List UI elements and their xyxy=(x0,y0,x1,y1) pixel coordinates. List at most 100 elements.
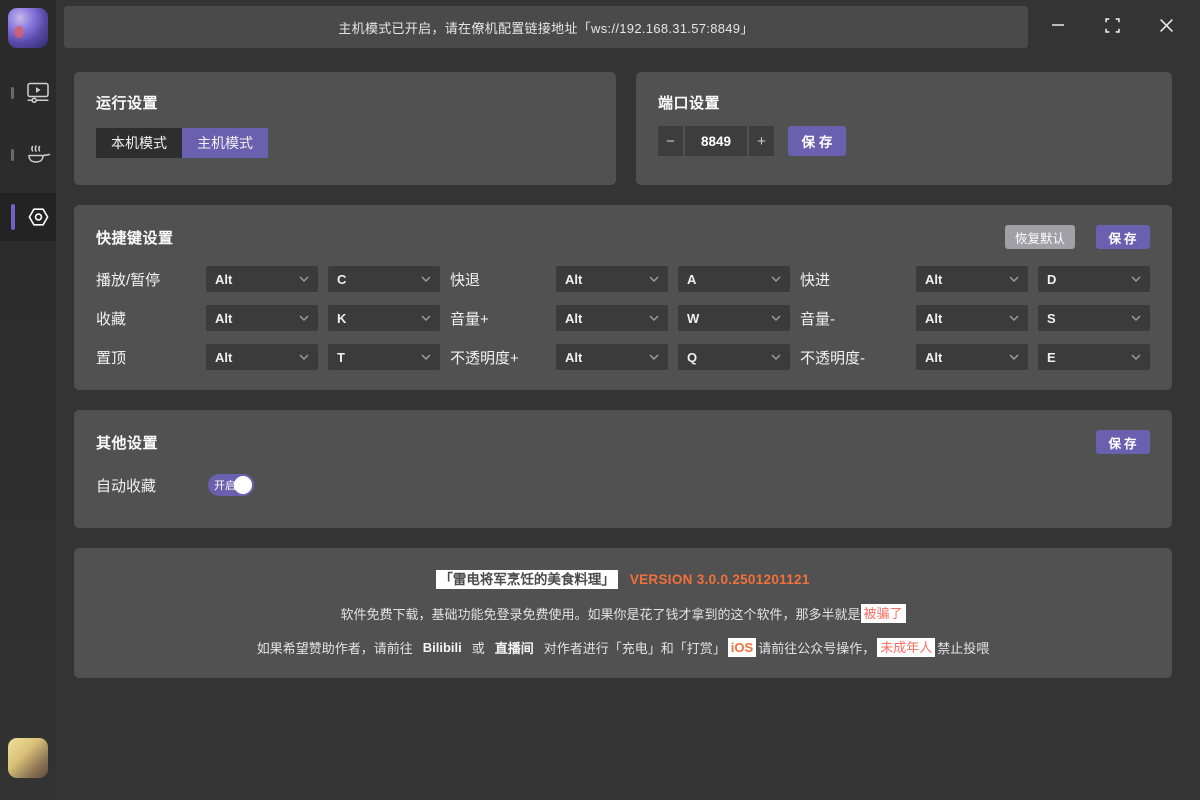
host-mode-button[interactable]: 主机模式 xyxy=(182,128,268,158)
port-settings-panel: 端口设置 − 8849 + 保存 xyxy=(636,72,1172,185)
hotkey-mod-select[interactable]: Alt xyxy=(916,305,1028,331)
chevron-down-icon xyxy=(1009,315,1019,321)
hotkey-label-play-pause: 播放/暂停 xyxy=(96,266,196,292)
hotkey-key-select[interactable]: T xyxy=(328,344,440,370)
live-room-link[interactable]: 直播间 xyxy=(495,638,534,657)
notification-bar: 主机模式已开启，请在僚机配置链接地址「ws://192.168.31.57:88… xyxy=(64,6,1028,48)
version-text: VERSION 3.0.0.2501201121 xyxy=(630,572,810,587)
about-panel: 「雷电将军烹饪的美食料理」 VERSION 3.0.0.2501201121 软… xyxy=(74,548,1172,678)
hotkey-label-volume-up: 音量+ xyxy=(450,305,546,331)
chevron-down-icon xyxy=(1131,315,1141,321)
restore-defaults-button[interactable]: 恢复默认 xyxy=(1005,225,1075,249)
sidebar-item-cooking[interactable] xyxy=(0,131,56,179)
chevron-down-icon xyxy=(771,315,781,321)
hotkey-key-select[interactable]: E xyxy=(1038,344,1150,370)
hotkey-key-select[interactable]: C xyxy=(328,266,440,292)
close-icon xyxy=(1159,18,1174,38)
select-value: Alt xyxy=(215,311,232,326)
sidebar-item-settings[interactable] xyxy=(0,193,56,241)
local-mode-button[interactable]: 本机模式 xyxy=(96,128,182,158)
chevron-down-icon xyxy=(771,276,781,282)
other-save-button[interactable]: 保存 xyxy=(1096,430,1150,454)
select-value: Alt xyxy=(565,350,582,365)
chevron-down-icon xyxy=(299,315,309,321)
close-button[interactable] xyxy=(1152,14,1180,42)
hotkey-label-volume-down: 音量- xyxy=(800,305,906,331)
auto-favorite-toggle[interactable]: 开启 xyxy=(208,474,254,496)
sidebar-item-player[interactable] xyxy=(0,69,56,117)
hotkey-key-select[interactable]: A xyxy=(678,266,790,292)
about-donate-line: 如果希望赞助作者，请前往 Bilibili 或 直播间 对作者进行「充电」和「打… xyxy=(257,638,990,657)
hotkey-key-select[interactable]: K xyxy=(328,305,440,331)
hotkey-key-select[interactable]: S xyxy=(1038,305,1150,331)
select-value: Alt xyxy=(215,272,232,287)
sidebar-nav xyxy=(0,69,56,255)
chevron-down-icon xyxy=(421,276,431,282)
app-avatar xyxy=(8,8,48,48)
select-value: Alt xyxy=(925,350,942,365)
hotkey-mod-select[interactable]: Alt xyxy=(916,344,1028,370)
auto-favorite-label: 自动收藏 xyxy=(96,475,156,496)
hotkey-mod-select[interactable]: Alt xyxy=(916,266,1028,292)
port-save-button[interactable]: 保存 xyxy=(788,126,846,156)
other-settings-panel: 其他设置 保存 自动收藏 开启 xyxy=(74,410,1172,528)
maximize-button[interactable] xyxy=(1098,14,1126,42)
chevron-down-icon xyxy=(421,315,431,321)
select-value: Q xyxy=(687,350,697,365)
run-settings-panel: 运行设置 本机模式 主机模式 xyxy=(74,72,616,185)
hotkey-key-select[interactable]: W xyxy=(678,305,790,331)
chevron-down-icon xyxy=(299,276,309,282)
maximize-icon xyxy=(1105,18,1120,38)
donate-text-end: 禁止投喂 xyxy=(937,638,989,657)
hotkey-save-button[interactable]: 保存 xyxy=(1096,225,1150,249)
scammed-highlight: 被骗了 xyxy=(861,604,906,623)
donate-text-mid: 对作者进行「充电」和「打赏」 xyxy=(544,638,726,657)
select-value: D xyxy=(1047,272,1056,287)
bilibili-link[interactable]: Bilibili xyxy=(423,640,462,655)
hotkey-mod-select[interactable]: Alt xyxy=(206,266,318,292)
disclaimer-text: 软件免费下载，基础功能免登录免费使用。如果你是花了钱才拿到的这个软件，那多半就是 xyxy=(340,604,860,623)
select-value: W xyxy=(687,311,699,326)
select-value: Alt xyxy=(215,350,232,365)
about-title-line: 「雷电将军烹饪的美食料理」 VERSION 3.0.0.2501201121 xyxy=(436,570,809,589)
donate-text-mid2: 请前往公众号操作， xyxy=(758,638,875,657)
toggle-knob xyxy=(234,476,252,494)
select-value: Alt xyxy=(565,272,582,287)
select-value: T xyxy=(337,350,345,365)
donate-text-pre: 如果希望赞助作者，请前往 xyxy=(257,638,413,657)
select-value: Alt xyxy=(565,311,582,326)
nav-indicator-active xyxy=(11,204,15,230)
hotkey-label-opacity-down: 不透明度- xyxy=(800,344,906,370)
minor-highlight: 未成年人 xyxy=(877,638,935,657)
hotkey-mod-select[interactable]: Alt xyxy=(556,266,668,292)
chevron-down-icon xyxy=(649,276,659,282)
other-settings-title: 其他设置 xyxy=(96,432,158,453)
chevron-down-icon xyxy=(1131,276,1141,282)
hotkey-label-pin-top: 置顶 xyxy=(96,344,196,370)
hotkey-mod-select[interactable]: Alt xyxy=(206,344,318,370)
port-increment-button[interactable]: + xyxy=(749,126,774,156)
select-value: S xyxy=(1047,311,1056,326)
hotkey-key-select[interactable]: Q xyxy=(678,344,790,370)
chevron-down-icon xyxy=(649,315,659,321)
hotkey-settings-panel: 快捷键设置 恢复默认 保存 播放/暂停 Alt C 快退 Alt A 快进 Al… xyxy=(74,205,1172,390)
select-value: A xyxy=(687,272,696,287)
chevron-down-icon xyxy=(1131,354,1141,360)
hotkey-panel-header: 快捷键设置 恢复默认 保存 xyxy=(96,225,1150,249)
select-value: E xyxy=(1047,350,1056,365)
hotkey-grid: 播放/暂停 Alt C 快退 Alt A 快进 Alt D 收藏 Alt K 音… xyxy=(96,266,1150,370)
hotkey-key-select[interactable]: D xyxy=(1038,266,1150,292)
minimize-button[interactable] xyxy=(1044,14,1072,42)
player-icon xyxy=(27,83,49,104)
hotkey-mod-select[interactable]: Alt xyxy=(556,344,668,370)
hotkey-mod-select[interactable]: Alt xyxy=(206,305,318,331)
user-avatar[interactable] xyxy=(8,738,48,778)
port-row: − 8849 + 保存 xyxy=(658,126,1150,156)
titlebar: 主机模式已开启，请在僚机配置链接地址「ws://192.168.31.57:88… xyxy=(56,0,1200,55)
port-value[interactable]: 8849 xyxy=(685,126,747,156)
nav-indicator xyxy=(11,149,14,161)
about-disclaimer-line: 软件免费下载，基础功能免登录免费使用。如果你是花了钱才拿到的这个软件，那多半就是… xyxy=(340,604,905,623)
auto-favorite-row: 自动收藏 开启 xyxy=(96,474,1150,496)
port-decrement-button[interactable]: − xyxy=(658,126,683,156)
hotkey-mod-select[interactable]: Alt xyxy=(556,305,668,331)
